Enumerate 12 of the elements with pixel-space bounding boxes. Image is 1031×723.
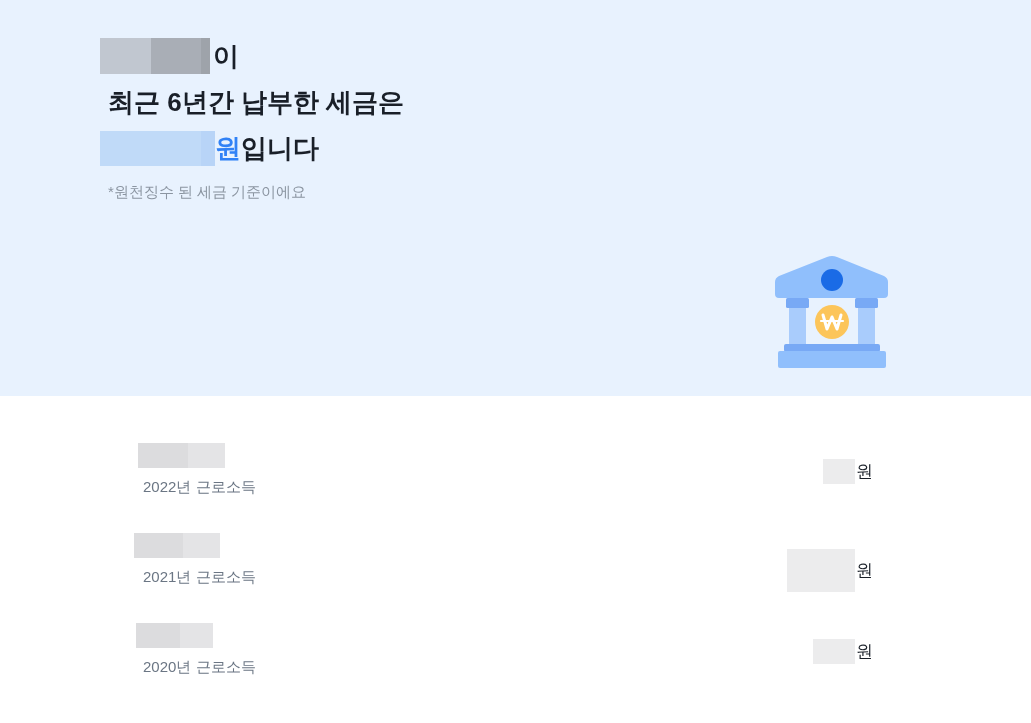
amount-unit: 원	[215, 132, 241, 165]
title-text: 입니다	[241, 132, 319, 165]
amount-unit: 원	[856, 461, 873, 483]
income-label: 2020년 근로소득	[143, 657, 256, 677]
amount-unit: 원	[856, 559, 873, 582]
amount-unit: 원	[856, 641, 873, 663]
note-text: *원천징수 된 세금 기준이에요	[108, 183, 307, 200]
income-label: 2021년 근로소득	[143, 567, 256, 587]
bank-icon	[775, 255, 889, 369]
title-text: 이	[213, 40, 239, 73]
income-label: 2022년 근로소득	[143, 477, 256, 497]
title-text: 최근 6년간 납부한 세금은	[108, 87, 405, 117]
